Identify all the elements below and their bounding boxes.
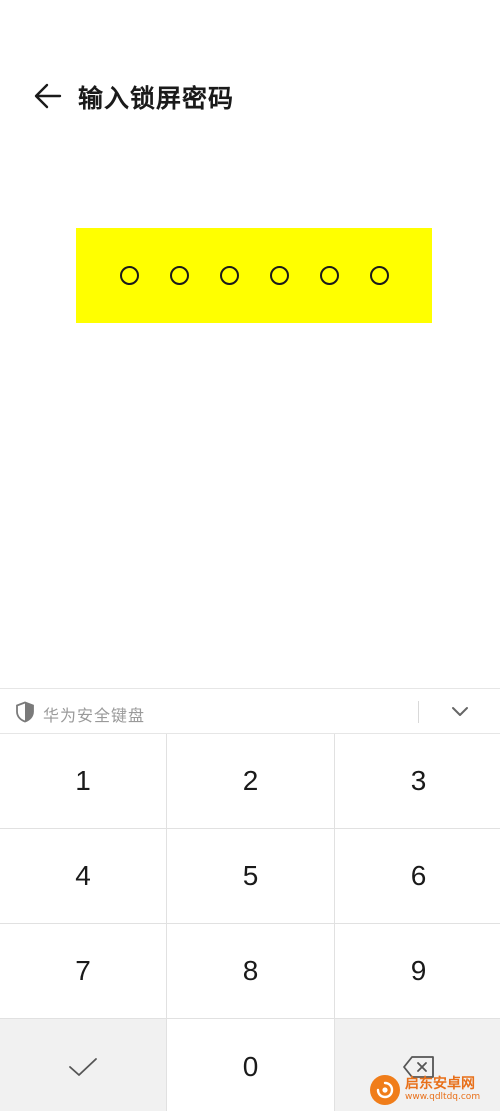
chevron-down-icon xyxy=(452,707,468,716)
keyboard-collapse-button[interactable] xyxy=(446,699,474,725)
site-watermark: 启东安卓网 www.qdltdq.com xyxy=(370,1068,500,1111)
key-7[interactable]: 7 xyxy=(0,924,166,1018)
pin-indicator xyxy=(76,228,432,323)
pin-dot xyxy=(369,266,389,285)
key-5[interactable]: 5 xyxy=(167,829,334,923)
key-2[interactable]: 2 xyxy=(167,734,334,828)
page-title: 输入锁屏密码 xyxy=(78,84,235,113)
key-4[interactable]: 4 xyxy=(0,829,166,923)
shield-icon xyxy=(16,701,34,723)
key-8[interactable]: 8 xyxy=(167,924,334,1018)
pin-dot xyxy=(119,266,139,285)
divider xyxy=(418,701,419,723)
key-6[interactable]: 6 xyxy=(335,829,500,923)
watermark-url: www.qdltdq.com xyxy=(405,1092,481,1102)
pin-dot xyxy=(219,266,239,285)
back-button[interactable] xyxy=(30,80,66,112)
keyboard-header: 华为安全键盘 xyxy=(0,688,500,734)
numeric-keypad: 1 2 3 4 5 6 7 8 9 0 xyxy=(0,734,500,1111)
key-0[interactable]: 0 xyxy=(167,1019,334,1111)
key-3[interactable]: 3 xyxy=(335,734,500,828)
key-1[interactable]: 1 xyxy=(0,734,166,828)
key-9[interactable]: 9 xyxy=(335,924,500,1018)
pin-dot xyxy=(319,266,339,285)
watermark-logo-icon xyxy=(370,1074,400,1105)
checkmark-icon xyxy=(69,1057,97,1076)
pin-dot xyxy=(169,266,189,285)
arrow-left-icon xyxy=(34,83,62,109)
watermark-name: 启东安卓网 xyxy=(405,1076,475,1092)
pin-dot xyxy=(269,266,289,285)
confirm-key[interactable] xyxy=(0,1019,166,1111)
keyboard-label: 华为安全键盘 xyxy=(43,706,146,725)
header: 输入锁屏密码 xyxy=(0,62,500,128)
